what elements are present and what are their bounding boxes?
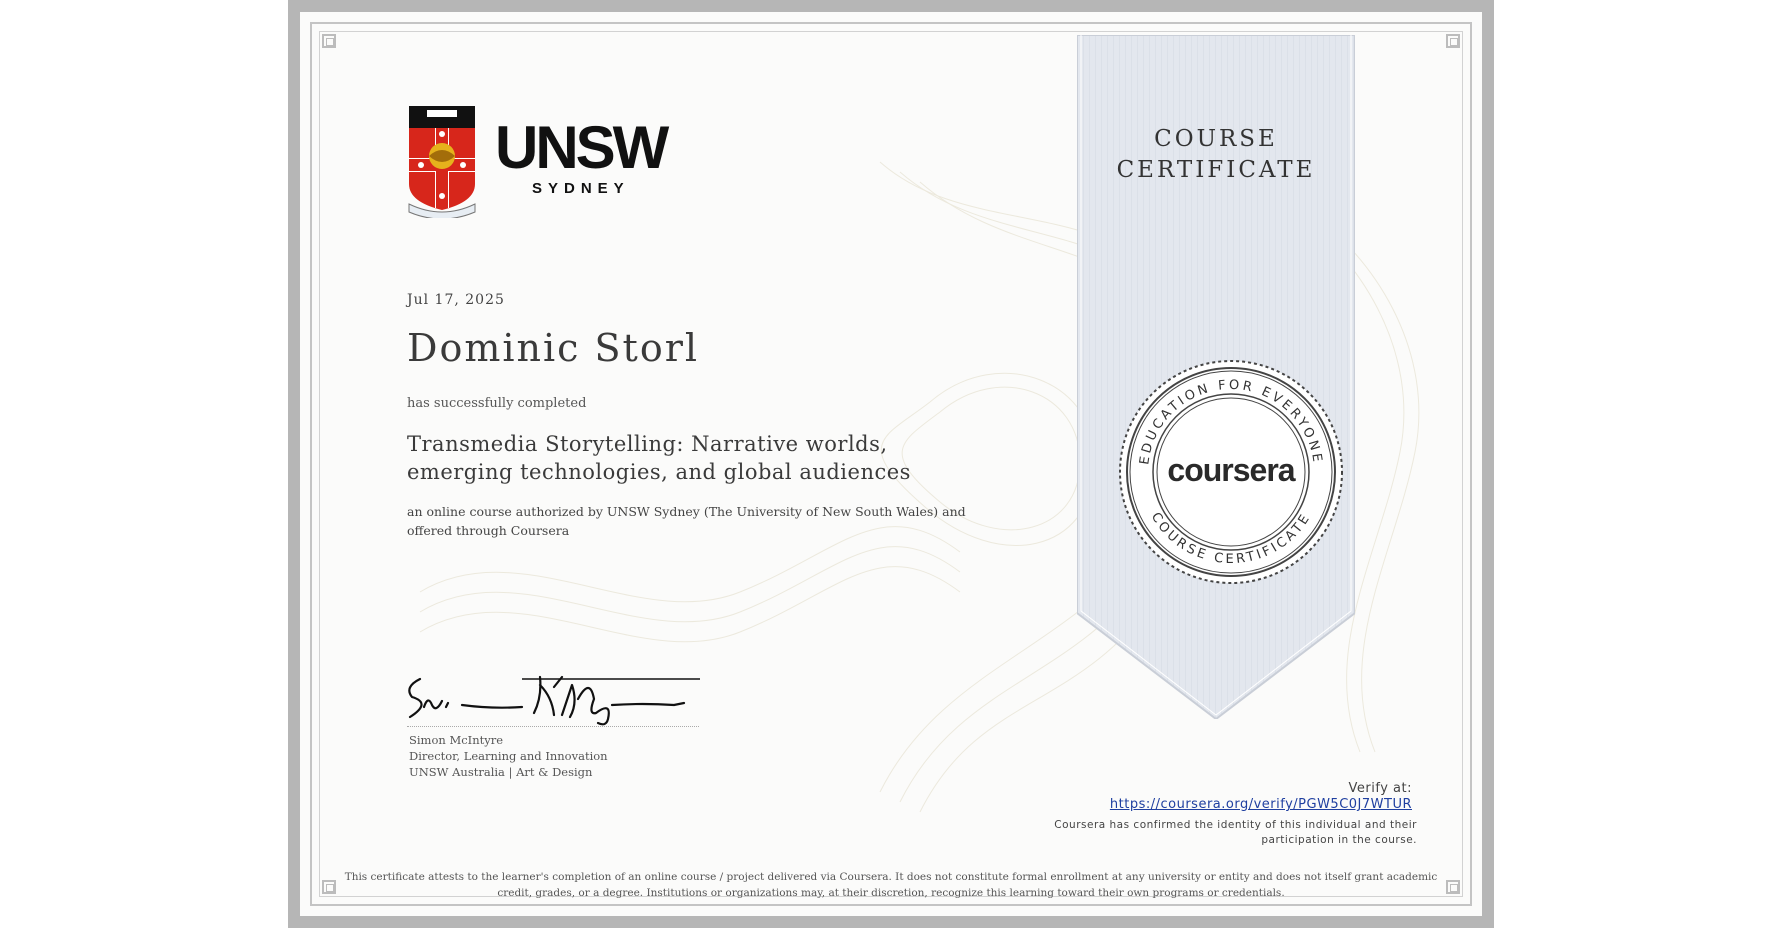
verify-note: Coursera has confirmed the identity of t… [1054,819,1417,846]
signature-image [408,675,700,726]
verify-link[interactable]: https://coursera.org/verify/PGW5C0J7WTUR [1110,797,1412,812]
logo-wordmark: UNSW [495,114,669,181]
signer-block: Simon McIntyre Director, Learning and In… [409,732,608,780]
verify-label: Verify at: [1348,781,1412,796]
badge-title: COURSE CERTIFICATE [1116,126,1316,183]
signer-title: Director, Learning and Innovation [409,749,608,763]
seal-wordmark: coursera [1167,452,1295,488]
signer-org: UNSW Australia | Art & Design [409,765,593,779]
issue-date: Jul 17, 2025 [407,292,505,308]
certificate-paper: UNSW SYDNEY Jul 17, 2025 Dominic Storl h… [300,12,1482,916]
recipient-name: Dominic Storl [407,326,700,370]
unsw-logo: UNSW SYDNEY [407,106,669,226]
logo-subtitle: SYDNEY [532,180,630,197]
unsw-crest-icon [408,106,476,218]
course-description: an online course authorized by UNSW Sydn… [407,504,966,538]
course-title: Transmedia Storytelling: Narrative world… [407,432,911,484]
signer-name: Simon McIntyre [409,733,504,747]
signature-line [407,726,699,727]
certificate-frame: UNSW SYDNEY Jul 17, 2025 Dominic Storl h… [288,0,1494,928]
completion-text: has successfully completed [407,396,587,411]
disclaimer-text: This certificate attests to the learner'… [344,871,1438,899]
